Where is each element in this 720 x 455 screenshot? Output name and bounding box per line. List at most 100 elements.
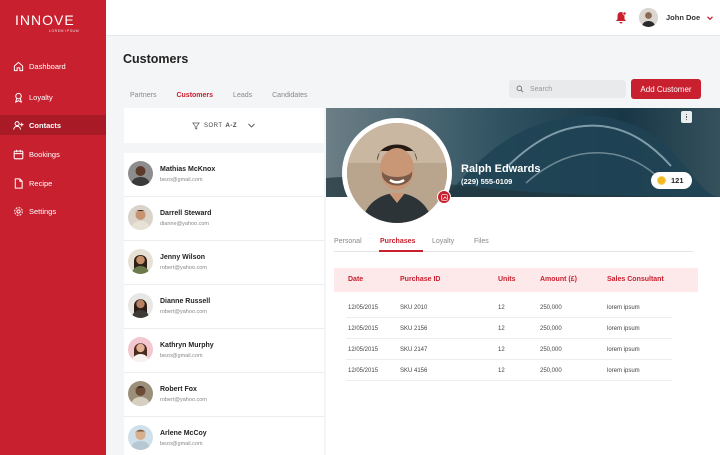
column-header-date: Date bbox=[348, 276, 364, 283]
cell-units: 12 bbox=[498, 368, 505, 374]
customer-name: Dianne Russell bbox=[160, 298, 211, 305]
customer-name: Jenny Wilson bbox=[160, 254, 206, 261]
sidebar-item-label: Dashboard bbox=[29, 61, 66, 71]
cell-units: 12 bbox=[498, 347, 505, 353]
avatar bbox=[128, 293, 153, 318]
customer-email: bezo@gmail.com bbox=[160, 441, 203, 447]
customer-name: Darrell Steward bbox=[160, 210, 212, 217]
table-header: Date Purchase ID Units Amount (£) Sales … bbox=[334, 268, 698, 292]
avatar[interactable] bbox=[639, 8, 658, 27]
list-divider bbox=[124, 143, 324, 153]
tab-purchases[interactable]: Purchases bbox=[380, 238, 415, 245]
award-icon bbox=[13, 92, 24, 103]
sidebar-item-recipe[interactable]: Recipe bbox=[0, 173, 106, 193]
list-item[interactable]: Mathias McKnox bezo@gmail.com bbox=[124, 153, 324, 197]
sidebar-item-label: Recipe bbox=[29, 178, 53, 188]
active-tab-indicator bbox=[379, 250, 423, 252]
sidebar-item-settings[interactable]: Settings bbox=[0, 201, 106, 221]
cell-units: 12 bbox=[498, 326, 505, 332]
chevron-down-icon bbox=[248, 123, 255, 128]
sidebar-item-label: Settings bbox=[29, 206, 57, 216]
list-item[interactable]: Dianne Russell robert@yahoo.com bbox=[124, 285, 324, 329]
customer-email: bezo@gmail.com bbox=[160, 177, 203, 183]
customer-name: Mathias McKnox bbox=[160, 166, 216, 173]
sidebar-item-contacts[interactable]: Contacts bbox=[0, 115, 106, 135]
home-icon bbox=[13, 61, 24, 72]
avatar bbox=[128, 161, 153, 186]
tab-personal[interactable]: Personal bbox=[334, 238, 362, 245]
customer-name: Arlene McCoy bbox=[160, 430, 207, 437]
sidebar-item-label: Loyalty bbox=[29, 92, 53, 102]
profile-phone: (229) 555-0109 bbox=[461, 177, 513, 186]
customer-email: dianne@yahoo.com bbox=[160, 221, 210, 227]
customer-email: robert@yahoo.com bbox=[160, 397, 207, 403]
detail-tabs: Personal Purchases Loyalty Files bbox=[334, 234, 693, 252]
customer-list-panel: SORT A-Z Mathias McKnox bezo@gmail.com Da… bbox=[124, 108, 324, 455]
customer-email: robert@yahoo.com bbox=[160, 265, 207, 271]
profile-name: Ralph Edwards bbox=[461, 163, 541, 175]
sidebar-item-dashboard[interactable]: Dashboard bbox=[0, 56, 106, 76]
tab-leads[interactable]: Leads bbox=[233, 92, 252, 99]
avatar bbox=[128, 381, 153, 406]
column-header-units: Units bbox=[498, 276, 516, 283]
cell-purchase-id: SKU 2010 bbox=[400, 305, 428, 311]
list-item[interactable]: Kathryn Murphy bezo@gmail.com bbox=[124, 329, 324, 373]
sort-control[interactable]: SORT A-Z bbox=[124, 108, 324, 143]
sidebar-item-label: Bookings bbox=[29, 149, 60, 159]
table-row[interactable]: 12/05/2015 SKU 4156 12 250,000 lorem ips… bbox=[346, 360, 672, 381]
tab-candidates[interactable]: Candidates bbox=[272, 92, 307, 99]
search-input[interactable]: Search bbox=[509, 80, 626, 98]
list-item[interactable]: Arlene McCoy bezo@gmail.com bbox=[124, 417, 324, 455]
sidebar-item-bookings[interactable]: Bookings bbox=[0, 144, 106, 164]
table-row[interactable]: 12/05/2015 SKU 2156 12 250,000 lorem ips… bbox=[346, 318, 672, 339]
bell-icon[interactable] bbox=[615, 11, 627, 24]
column-header-amount: Amount (£) bbox=[540, 276, 577, 283]
more-options-icon[interactable] bbox=[681, 111, 692, 123]
table-row[interactable]: 12/05/2015 SKU 2010 12 250,000 lorem ips… bbox=[346, 297, 672, 318]
points-badge: 121 bbox=[651, 172, 692, 189]
coin-icon bbox=[657, 176, 666, 185]
tab-files[interactable]: Files bbox=[474, 238, 489, 245]
user-name[interactable]: John Doe bbox=[666, 13, 700, 22]
table-row[interactable]: 12/05/2015 SKU 2147 12 250,000 lorem ips… bbox=[346, 339, 672, 360]
list-item[interactable]: Darrell Steward dianne@yahoo.com bbox=[124, 197, 324, 241]
customer-name: Robert Fox bbox=[160, 386, 197, 393]
calendar-icon bbox=[13, 149, 24, 160]
cell-sales-consultant: lorem ipsum bbox=[607, 305, 640, 311]
sidebar: INNOVE LOREM IPSUM Dashboard Loyalty Con… bbox=[0, 0, 106, 455]
tab-partners[interactable]: Partners bbox=[130, 92, 156, 99]
list-item[interactable]: Jenny Wilson robert@yahoo.com bbox=[124, 241, 324, 285]
column-header-purchase-id: Purchase ID bbox=[400, 276, 441, 283]
user-plus-icon bbox=[13, 120, 24, 131]
add-customer-button[interactable]: Add Customer bbox=[631, 79, 701, 99]
customer-email: bezo@gmail.com bbox=[160, 353, 203, 359]
image-edit-icon bbox=[440, 193, 448, 201]
cell-units: 12 bbox=[498, 305, 505, 311]
cell-amount: 250,000 bbox=[540, 368, 562, 374]
page-title: Customers bbox=[123, 52, 189, 66]
customer-detail-panel: Ralph Edwards (229) 555-0109 121 Persona… bbox=[326, 108, 720, 455]
cell-purchase-id: SKU 2156 bbox=[400, 326, 428, 332]
cell-date: 12/05/2015 bbox=[348, 368, 379, 374]
avatar bbox=[128, 249, 153, 274]
tab-loyalty[interactable]: Loyalty bbox=[432, 238, 454, 245]
list-item[interactable]: Robert Fox robert@yahoo.com bbox=[124, 373, 324, 417]
sidebar-item-loyalty[interactable]: Loyalty bbox=[0, 87, 106, 107]
brand-logo[interactable]: INNOVE LOREM IPSUM bbox=[15, 12, 79, 33]
avatar bbox=[128, 337, 153, 362]
chevron-down-icon[interactable] bbox=[706, 14, 714, 22]
cell-amount: 250,000 bbox=[540, 326, 562, 332]
edit-photo-button[interactable] bbox=[437, 190, 451, 204]
points-value: 121 bbox=[671, 176, 684, 185]
sidebar-item-label: Contacts bbox=[29, 120, 62, 130]
search-placeholder: Search bbox=[530, 85, 553, 93]
brand-name: INNOVE bbox=[15, 12, 75, 28]
cell-amount: 250,000 bbox=[540, 305, 562, 311]
document-icon bbox=[13, 177, 24, 189]
customer-name: Kathryn Murphy bbox=[160, 342, 214, 349]
tab-customers[interactable]: Customers bbox=[176, 92, 213, 99]
cell-purchase-id: SKU 2147 bbox=[400, 347, 428, 353]
brand-tagline: LOREM IPSUM bbox=[49, 29, 80, 33]
contact-type-tabs: Partners Customers Leads Candidates bbox=[130, 92, 328, 99]
topbar: John Doe bbox=[106, 0, 720, 36]
